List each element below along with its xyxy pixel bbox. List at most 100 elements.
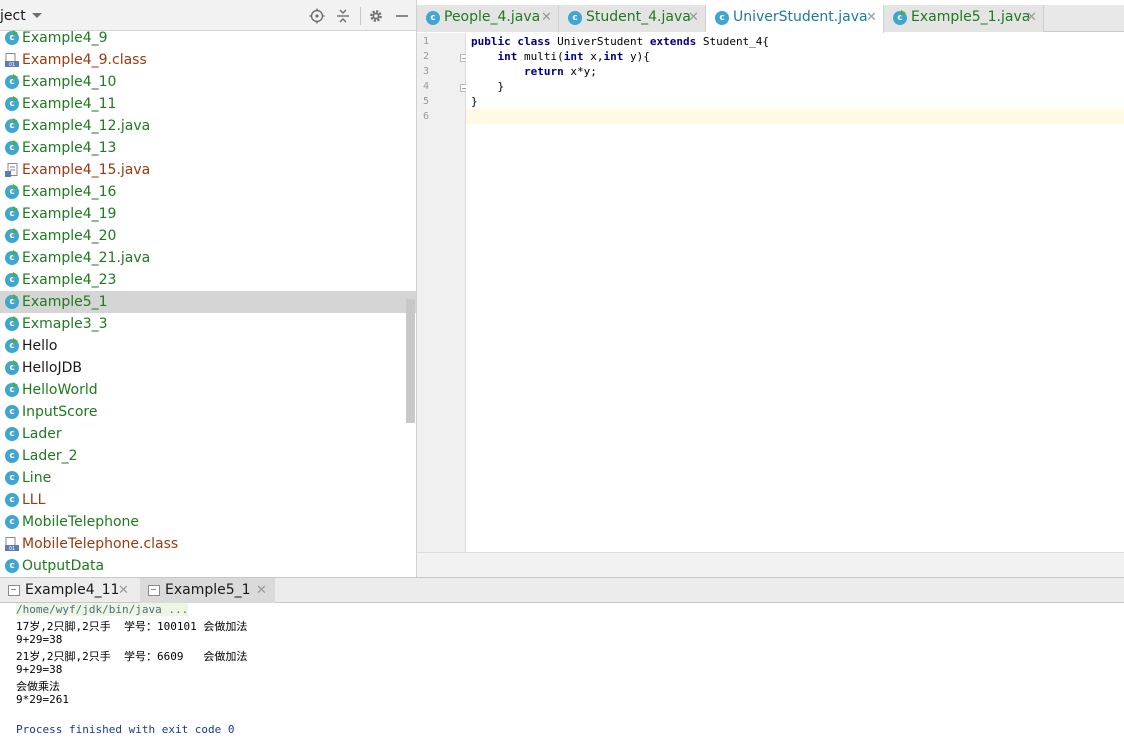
code-line: public class UniverStudent extends Stude… <box>471 35 769 48</box>
class-file-icon: 01 <box>5 537 19 551</box>
code-text: Student_4{ <box>696 35 770 48</box>
run-marker-icon <box>13 140 18 146</box>
tree-item-label: HelloJDB <box>22 360 82 376</box>
class-run-icon: c <box>5 294 19 309</box>
keyword: extends <box>649 35 697 48</box>
tree-item[interactable]: c LLL <box>0 489 416 511</box>
tree-item[interactable]: c Exmaple3_3 <box>0 313 416 335</box>
class-icon: c <box>5 427 19 441</box>
tree-item-label: Example4_16 <box>22 184 117 200</box>
console-command-line[interactable]: /home/wyf/jdk/bin/java ... <box>16 603 189 616</box>
tree-item-label: Lader <box>22 426 62 442</box>
close-icon[interactable]: ✕ <box>256 583 267 598</box>
keyword: int <box>497 50 518 63</box>
class-icon: c <box>5 449 19 463</box>
editor-tab-label: Example5_1.java <box>911 9 1031 25</box>
run-console[interactable]: /home/wyf/jdk/bin/java ... 17岁,2只脚,2只手 学… <box>0 603 1124 748</box>
code-editor[interactable]: public class UniverStudent extends Stude… <box>466 33 1124 552</box>
run-tab-label: Example4_11 <box>25 582 120 598</box>
code-text: } <box>497 80 505 93</box>
tree-item-label: Example4_13 <box>22 140 117 156</box>
tree-item-label: Example4_9.class <box>22 52 147 68</box>
tree-item[interactable]: Example4_15.java <box>0 159 416 181</box>
tree-item-label: Example4_10 <box>22 74 117 90</box>
code-text: x, <box>583 50 604 63</box>
keyword: int <box>563 50 584 63</box>
run-marker-icon <box>13 74 18 80</box>
tree-item[interactable]: c Lader <box>0 423 416 445</box>
run-marker-icon <box>13 360 18 366</box>
svg-text:01: 01 <box>9 546 15 551</box>
code-text: y){ <box>623 50 650 63</box>
tree-item[interactable]: c Example4_13 <box>0 137 416 159</box>
class-icon: c <box>5 405 19 419</box>
run-marker-icon <box>13 184 18 190</box>
console-output-line: 会做乘法 <box>16 680 60 693</box>
tree-item[interactable]: c InputScore <box>0 401 416 423</box>
run-tab[interactable]: Example4_11 ✕ <box>0 578 140 603</box>
tree-item[interactable]: c Example4_23 <box>0 269 416 291</box>
run-marker-icon <box>13 250 18 256</box>
tree-item[interactable]: c OutputData <box>0 555 416 577</box>
close-icon[interactable]: ✕ <box>866 10 877 25</box>
class-run-icon: c <box>893 10 907 25</box>
tree-item[interactable]: 01 MobileTelephone.class <box>0 533 416 555</box>
close-icon[interactable]: ✕ <box>118 583 129 598</box>
class-run-icon: c <box>5 96 19 111</box>
close-icon[interactable]: ✕ <box>688 10 699 25</box>
keyword: public <box>471 35 511 48</box>
console-output-line: 9+29=38 <box>16 663 63 676</box>
tree-item[interactable]: c Example4_9 <box>0 27 416 49</box>
code-line: } <box>471 80 505 93</box>
tree-item[interactable]: c Example4_16 <box>0 181 416 203</box>
close-icon[interactable]: ✕ <box>541 10 552 25</box>
caret-line-highlight <box>466 109 1124 124</box>
run-marker-icon <box>13 382 18 388</box>
tree-item-label: MobileTelephone.class <box>22 536 179 552</box>
tree-item[interactable]: c HelloJDB <box>0 357 416 379</box>
tree-item[interactable]: c Line <box>0 467 416 489</box>
console-exit-message: Process finished with exit code 0 <box>16 723 235 736</box>
tree-item[interactable]: c Example4_11 <box>0 93 416 115</box>
class-file-icon: 01 <box>5 53 19 67</box>
run-tab[interactable]: Example5_1 ✕ <box>140 578 275 603</box>
tree-item[interactable]: c MobileTelephone <box>0 511 416 533</box>
line-number: 5 <box>423 96 430 107</box>
class-icon: c <box>426 11 440 25</box>
tree-item[interactable]: 01 Example4_9.class <box>0 49 416 71</box>
editor-tab-label: Student_4.java <box>586 9 691 25</box>
editor-tab[interactable]: c Example5_1.java <box>884 5 1044 32</box>
run-marker-icon <box>13 228 18 234</box>
chevron-down-icon[interactable] <box>32 13 42 18</box>
editor-tab[interactable]: c UniverStudent.java ✕ <box>706 5 884 33</box>
header-divider <box>360 7 361 25</box>
tree-item[interactable]: c Example4_12.java <box>0 115 416 137</box>
tree-item[interactable]: c Example5_1 <box>0 291 416 313</box>
tree-item-label: Example4_21.java <box>22 250 151 266</box>
locate-icon[interactable] <box>309 8 325 24</box>
code-line: } <box>471 95 478 108</box>
editor-gutter: 1 2 3 4 5 6 <box>417 33 468 552</box>
editor-tab[interactable]: c People_4.java ✕ <box>417 5 559 32</box>
class-run-icon: c <box>5 30 19 45</box>
tree-item[interactable]: c Example4_20 <box>0 225 416 247</box>
editor-tab[interactable]: c Student_4.java ✕ <box>559 5 706 32</box>
tree-item[interactable]: c Example4_21.java <box>0 247 416 269</box>
run-tab-label: Example5_1 <box>165 582 251 598</box>
class-run-icon: c <box>5 272 19 287</box>
tree-item[interactable]: c Example4_19 <box>0 203 416 225</box>
minimize-icon[interactable] <box>394 8 410 24</box>
tree-item-label: OutputData <box>22 558 105 574</box>
tree-item[interactable]: c Lader_2 <box>0 445 416 467</box>
run-marker-icon <box>13 96 18 102</box>
tree-item-label: Example4_23 <box>22 272 117 288</box>
collapse-all-icon[interactable] <box>335 8 351 24</box>
close-icon[interactable]: ✕ <box>1026 10 1037 25</box>
tree-item[interactable]: c HelloWorld <box>0 379 416 401</box>
tree-item[interactable]: c Example4_10 <box>0 71 416 93</box>
project-view-title[interactable]: ject <box>0 8 26 24</box>
gear-icon[interactable] <box>368 8 384 24</box>
tree-item[interactable]: c Hello <box>0 335 416 357</box>
tree-scrollbar[interactable] <box>406 299 415 423</box>
keyword: return <box>523 65 564 78</box>
